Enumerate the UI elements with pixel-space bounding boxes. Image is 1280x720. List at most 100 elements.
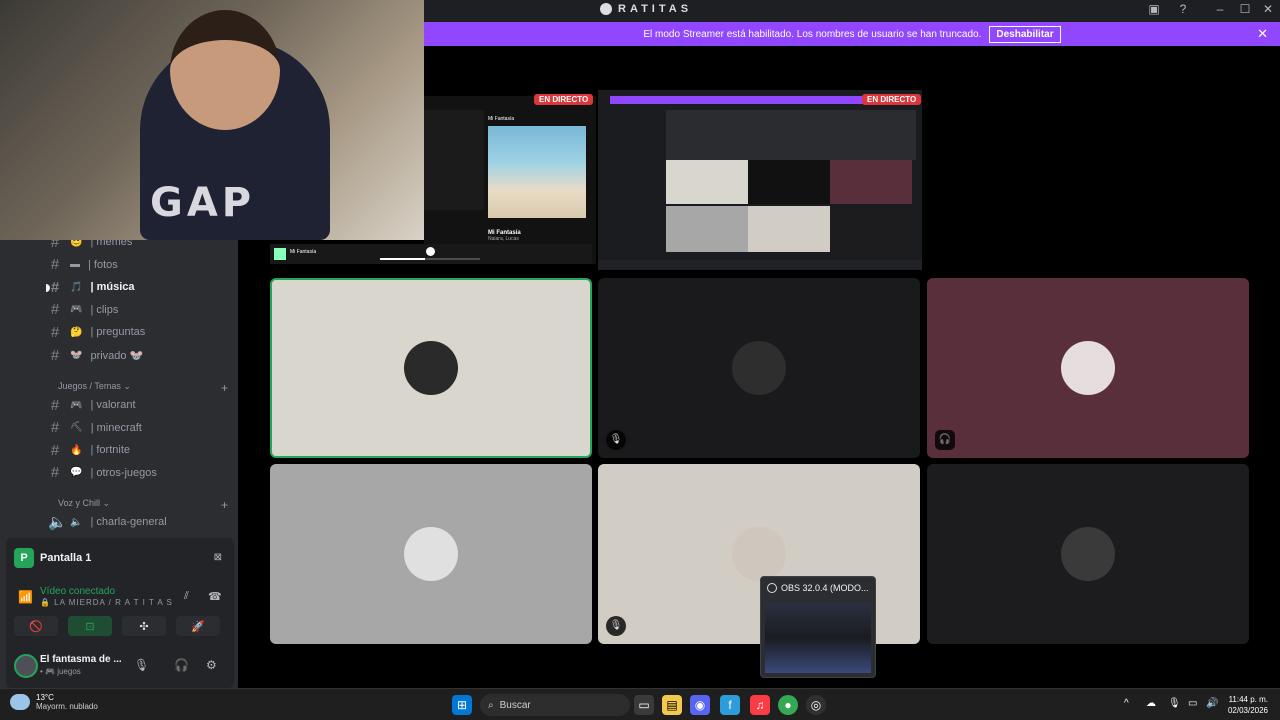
top-channel-5[interactable]: # 🐭 privado 🐭	[48, 345, 233, 365]
stream-thumb-obs[interactable]	[598, 90, 922, 270]
search-placeholder: Buscar	[499, 699, 531, 711]
help-icon[interactable]: ?	[1173, 2, 1193, 16]
obs-taskbar-icon[interactable]: ◎	[806, 695, 826, 715]
hash-icon: #	[50, 396, 60, 414]
hash-icon: #	[50, 441, 60, 459]
share-app-icon: P	[14, 548, 34, 568]
music-icon[interactable]: ♫	[750, 695, 770, 715]
avatar	[404, 527, 458, 581]
streamer-head	[170, 10, 280, 130]
album-cover	[488, 126, 586, 218]
top-channel-3[interactable]: # 🎮 | clips	[48, 300, 233, 320]
voice-status[interactable]: Vídeo conectado	[40, 586, 115, 597]
chrome-icon[interactable]: ●	[778, 695, 798, 715]
channel-emoji-icon: 🔥	[70, 444, 83, 456]
activities-button[interactable]: ✣	[122, 616, 166, 636]
banner-close-icon[interactable]: ✕	[1257, 26, 1268, 42]
progress-track	[380, 258, 480, 260]
camera-off-button[interactable]: 🚫	[14, 616, 58, 636]
close-window-button[interactable]: ✕	[1258, 2, 1278, 16]
top-channel-1[interactable]: # ▬ | fotos	[48, 255, 233, 275]
taskbar-search[interactable]: ⌕ Buscar	[480, 694, 630, 716]
avatar	[1061, 341, 1115, 395]
user-name[interactable]: El fantasma de ...	[40, 654, 122, 665]
date: 02/03/2026	[1227, 706, 1268, 715]
signal-icon: 📶	[18, 590, 33, 604]
weather-widget[interactable]: 13°C Mayorm. nublado	[10, 693, 98, 711]
cloud-icon[interactable]: ☁	[1146, 698, 1156, 709]
channel-label: | fortnite	[90, 444, 130, 457]
tile-user-2[interactable]: 🎙	[598, 278, 920, 458]
weather-icon	[10, 694, 30, 710]
category-juegos-temas[interactable]: Juegos / Temas ⌄ +	[58, 381, 228, 395]
disable-streamer-mode-button[interactable]: Deshabilitar	[989, 25, 1061, 43]
voice-panel: P Pantalla 1 ⊠ 📶 Vídeo conectado 🔒 LA MI…	[6, 538, 234, 688]
add-channel-icon[interactable]: +	[221, 498, 228, 512]
inbox-icon[interactable]: ▣	[1144, 2, 1164, 16]
user-status: • 🎮 juegos	[40, 667, 81, 676]
channel-emoji-icon: 🤔	[70, 326, 83, 338]
voice-channel-charla-general[interactable]: 🔈 🔈 | charla-general	[48, 512, 233, 532]
minimize-button[interactable]: –	[1210, 2, 1230, 16]
channel-label: | minecraft	[90, 421, 142, 434]
channel-emoji-icon: ⛏	[70, 422, 83, 434]
task-view-icon[interactable]: ▭	[634, 695, 654, 715]
search-icon: ⌕	[488, 699, 494, 711]
network-icon[interactable]: ▭	[1188, 698, 1197, 709]
voice-channel-name: 🔒 LA MIERDA / R A T I T A S	[40, 598, 173, 607]
add-channel-icon[interactable]: +	[221, 381, 228, 395]
microphone-icon[interactable]: 🎙	[134, 658, 149, 672]
app-title: RATITAS	[600, 3, 692, 15]
noise-suppression-icon[interactable]: ⫽	[184, 590, 189, 603]
top-channel-2[interactable]: # 🎵 | música	[48, 277, 233, 297]
volume-icon[interactable]: 🔊	[1206, 698, 1218, 709]
channel-label: | música	[90, 281, 135, 294]
hash-icon: #	[50, 323, 60, 341]
stop-share-icon[interactable]: ⊠	[214, 552, 222, 563]
avatar[interactable]	[14, 654, 38, 678]
soundboard-button[interactable]: 🚀	[176, 616, 220, 636]
hash-icon: #	[50, 301, 60, 319]
time: 11:44 p. m.	[1228, 695, 1268, 704]
tile-user-4[interactable]	[270, 464, 592, 644]
file-explorer-icon[interactable]: ▤	[662, 695, 682, 715]
channel-label: | fotos	[88, 258, 118, 271]
weather-desc: Mayorm. nublado	[36, 702, 98, 711]
clock[interactable]: 11:44 p. m. 02/03/2026	[1228, 694, 1268, 716]
screen-share-button[interactable]: ⊡	[68, 616, 112, 636]
discord-icon[interactable]: ◉	[690, 695, 710, 715]
mic-tray-icon[interactable]: 🎙	[1168, 698, 1181, 709]
maximize-button[interactable]: ☐	[1235, 2, 1255, 16]
spotify-player-bar: Mi Fantasía	[270, 244, 592, 264]
tile-user-6[interactable]	[927, 464, 1249, 644]
spotify-preview: Mi Fantasía Naiara, Lucas Mi Fantasía	[424, 96, 596, 264]
channel-emoji-icon: 🎵	[70, 281, 83, 293]
live-badge: EN DIRECTO	[862, 94, 922, 105]
category-voz-chill[interactable]: Voz y Chill ⌄ +	[58, 498, 228, 512]
channel-emoji-icon: 💬	[70, 467, 83, 479]
obs-title: OBS 32.0.4 (MODO...	[767, 583, 869, 593]
avatar	[732, 527, 786, 581]
tile-user-3[interactable]: 🎧	[927, 278, 1249, 458]
avatar	[404, 341, 458, 395]
store-icon[interactable]: f	[720, 695, 740, 715]
disconnect-icon[interactable]: ☎	[208, 590, 222, 603]
channel-emoji-icon: ▬	[70, 259, 80, 271]
playlist-header: Mi Fantasía	[488, 116, 515, 122]
games-channel-1[interactable]: # ⛏ | minecraft	[48, 418, 233, 438]
obs-window-preview[interactable]: OBS 32.0.4 (MODO...	[760, 576, 876, 678]
channel-emoji-icon: 🎮	[70, 304, 83, 316]
headphones-icon[interactable]: 🎧	[174, 658, 189, 672]
games-channel-2[interactable]: # 🔥 | fortnite	[48, 440, 233, 460]
start-menu-icon[interactable]: ⊞	[452, 695, 472, 715]
banner-text: El modo Streamer está habilitado. Los no…	[643, 28, 982, 40]
tile-user-1[interactable]	[270, 278, 592, 458]
top-channel-4[interactable]: # 🤔 | preguntas	[48, 322, 233, 342]
webcam-overlay: GAP	[0, 0, 424, 240]
games-channel-0[interactable]: # 🎮 | valorant	[48, 395, 233, 415]
games-channel-3[interactable]: # 💬 | otros-juegos	[48, 463, 233, 483]
hash-icon: #	[50, 464, 60, 482]
show-hidden-icons[interactable]: ^	[1124, 698, 1129, 709]
settings-gear-icon[interactable]: ⚙	[206, 658, 217, 672]
obs-icon	[767, 583, 777, 593]
